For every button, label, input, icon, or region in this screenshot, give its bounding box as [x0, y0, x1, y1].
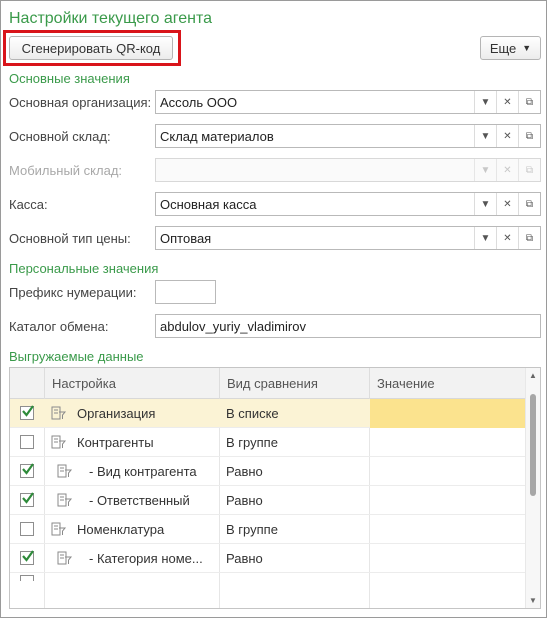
section-main-values: Основные значения: [9, 71, 130, 86]
mobile-warehouse-value: [156, 159, 474, 181]
row-checkbox[interactable]: [20, 492, 34, 507]
checkmark-icon: [22, 463, 34, 475]
checkmark-icon: [22, 405, 34, 417]
cash-label: Касса:: [9, 197, 48, 212]
filter-icon: [51, 522, 67, 536]
more-button[interactable]: Еще ▼: [480, 36, 541, 60]
row-checkbox[interactable]: [20, 575, 34, 581]
more-button-label: Еще: [489, 40, 517, 56]
checkmark-icon: [22, 550, 34, 562]
header-setting[interactable]: Настройка: [44, 368, 219, 399]
setting-name: Организация: [77, 406, 156, 421]
clear-icon: ✕: [496, 159, 518, 181]
main-warehouse-label: Основной склад:: [9, 129, 111, 144]
dropdown-icon[interactable]: ▼: [474, 227, 496, 249]
comparison-type: В группе: [226, 522, 278, 537]
comparison-type: Равно: [226, 551, 263, 566]
row-checkbox[interactable]: [20, 550, 34, 565]
main-warehouse-field[interactable]: Склад материалов ▼ ✕ ⧉: [155, 124, 541, 148]
header-comparison[interactable]: Вид сравнения: [219, 368, 369, 399]
prefix-input[interactable]: [155, 280, 216, 304]
table-header: Настройка Вид сравнения Значение: [10, 368, 526, 399]
header-value[interactable]: Значение: [369, 368, 526, 399]
agent-settings-window: Настройки текущего агента Сгенерировать …: [0, 0, 547, 618]
setting-name: Номенклатура: [77, 522, 165, 537]
price-type-field[interactable]: Оптовая ▼ ✕ ⧉: [155, 226, 541, 250]
cash-value[interactable]: Основная касса: [156, 193, 474, 215]
dropdown-icon[interactable]: ▼: [474, 91, 496, 113]
table-row[interactable]: Организация В списке: [10, 399, 526, 428]
main-org-field[interactable]: Ассоль ООО ▼ ✕ ⧉: [155, 90, 541, 114]
clear-icon[interactable]: ✕: [496, 193, 518, 215]
table-row[interactable]: - Вид контрагента Равно: [10, 457, 526, 486]
value-cell[interactable]: [370, 457, 526, 486]
chevron-down-icon: ▼: [522, 43, 532, 53]
clear-icon[interactable]: ✕: [496, 125, 518, 147]
value-cell[interactable]: [370, 399, 526, 428]
open-icon[interactable]: ⧉: [518, 125, 540, 147]
checkmark-icon: [22, 492, 34, 504]
value-cell[interactable]: [370, 428, 526, 457]
table-row[interactable]: - Ответственный Равно: [10, 486, 526, 515]
comparison-type: В списке: [226, 406, 279, 421]
main-org-value[interactable]: Ассоль ООО: [156, 91, 474, 113]
setting-name: - Категория номе...: [89, 551, 203, 566]
clear-icon[interactable]: ✕: [496, 227, 518, 249]
comparison-type: Равно: [226, 464, 263, 479]
header-check-column: [10, 368, 44, 399]
main-warehouse-value[interactable]: Склад материалов: [156, 125, 474, 147]
catalog-input[interactable]: abdulov_yuriy_vladimirov: [155, 314, 541, 338]
cash-field[interactable]: Основная касса ▼ ✕ ⧉: [155, 192, 541, 216]
filter-icon: [51, 435, 67, 449]
prefix-label: Префикс нумерации:: [9, 285, 137, 300]
setting-name: Контрагенты: [77, 435, 154, 450]
table-row[interactable]: Номенклатура В группе: [10, 515, 526, 544]
value-cell[interactable]: [370, 515, 526, 544]
mobile-warehouse-label: Мобильный склад:: [9, 163, 123, 178]
table-scrollbar[interactable]: ▲ ▼: [525, 368, 540, 608]
row-checkbox[interactable]: [20, 522, 34, 536]
export-settings-table: Настройка Вид сравнения Значение Организ…: [9, 367, 541, 609]
filter-icon: [57, 464, 73, 478]
scrollbar-thumb[interactable]: [530, 394, 536, 496]
row-checkbox[interactable]: [20, 405, 34, 420]
generate-qr-button[interactable]: Сгенерировать QR-код: [9, 36, 173, 60]
value-cell[interactable]: [370, 486, 526, 515]
price-type-value[interactable]: Оптовая: [156, 227, 474, 249]
dropdown-icon[interactable]: ▼: [474, 125, 496, 147]
comparison-type: Равно: [226, 493, 263, 508]
dropdown-icon: ▼: [474, 159, 496, 181]
row-checkbox[interactable]: [20, 435, 34, 449]
clear-icon[interactable]: ✕: [496, 91, 518, 113]
setting-name: - Вид контрагента: [89, 464, 197, 479]
open-icon: ⧉: [518, 159, 540, 181]
section-personal-values: Персональные значения: [9, 261, 159, 276]
open-icon[interactable]: ⧉: [518, 193, 540, 215]
page-title: Настройки текущего агента: [9, 10, 212, 27]
scroll-up-icon[interactable]: ▲: [529, 371, 537, 380]
filter-icon: [57, 551, 73, 565]
comparison-type: В группе: [226, 435, 278, 450]
filter-icon: [57, 493, 73, 507]
catalog-label: Каталог обмена:: [9, 319, 109, 334]
value-cell[interactable]: [370, 544, 526, 573]
dropdown-icon[interactable]: ▼: [474, 193, 496, 215]
setting-name: - Ответственный: [89, 493, 190, 508]
mobile-warehouse-field: ▼ ✕ ⧉: [155, 158, 541, 182]
price-type-label: Основной тип цены:: [9, 231, 131, 246]
open-icon[interactable]: ⧉: [518, 91, 540, 113]
filter-icon: [51, 406, 67, 420]
row-checkbox[interactable]: [20, 463, 34, 478]
main-org-label: Основная организация:: [9, 95, 152, 110]
table-row[interactable]: Контрагенты В группе: [10, 428, 526, 457]
table-row-partial[interactable]: [10, 573, 526, 602]
scroll-down-icon[interactable]: ▼: [529, 596, 537, 605]
open-icon[interactable]: ⧉: [518, 227, 540, 249]
section-export-data: Выгружаемые данные: [9, 349, 144, 364]
table-row[interactable]: - Категория номе... Равно: [10, 544, 526, 573]
